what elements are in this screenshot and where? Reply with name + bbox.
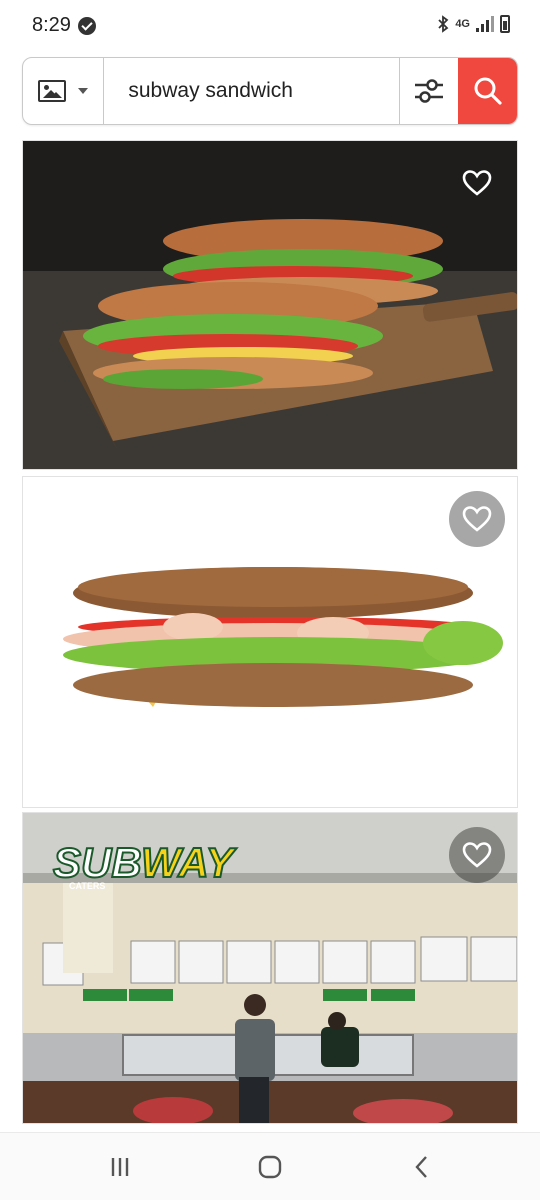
image-icon: [38, 80, 67, 102]
svg-text:WAY: WAY: [141, 839, 238, 886]
favorite-button[interactable]: [449, 491, 505, 547]
caret-down-icon: [78, 88, 89, 94]
favorite-button[interactable]: [449, 827, 505, 883]
favorite-button[interactable]: [449, 155, 505, 211]
network-4g-icon: 4G: [455, 17, 470, 30]
search-icon: [474, 77, 502, 105]
back-button[interactable]: [402, 1151, 442, 1183]
recent-apps-button[interactable]: [100, 1151, 140, 1183]
check-circle-icon: [78, 17, 96, 35]
svg-text:SUB: SUB: [53, 839, 142, 886]
home-icon: [258, 1155, 282, 1179]
status-bar: 8:29 4G: [0, 0, 540, 54]
status-time: 8:29: [32, 14, 71, 36]
heart-outline-icon: [462, 842, 492, 868]
recent-apps-icon: [111, 1158, 129, 1176]
sliders-icon: [415, 79, 444, 103]
search-button[interactable]: [458, 58, 517, 124]
search-input[interactable]: [104, 58, 400, 124]
svg-text:CATERS: CATERS: [69, 881, 105, 891]
heart-outline-icon: [462, 170, 492, 196]
signal-icon: [476, 16, 494, 32]
sandwich-board-image: [23, 141, 517, 469]
back-icon: [415, 1156, 427, 1178]
home-button[interactable]: [250, 1151, 290, 1183]
image-type-dropdown[interactable]: [23, 58, 105, 124]
battery-icon: [500, 15, 510, 33]
navigation-bar: [0, 1132, 540, 1200]
image-result[interactable]: [22, 140, 518, 470]
search-bar: [22, 57, 518, 125]
status-icons: 4G: [437, 15, 510, 33]
subway-store-image: SUB WAY CATERS: [23, 813, 517, 1123]
image-result[interactable]: SUB WAY CATERS: [22, 812, 518, 1124]
filter-button[interactable]: [399, 58, 458, 124]
image-result[interactable]: [22, 476, 518, 808]
heart-outline-icon: [462, 506, 492, 532]
bluetooth-icon: [438, 15, 449, 33]
sandwich-white-image: [63, 567, 503, 707]
